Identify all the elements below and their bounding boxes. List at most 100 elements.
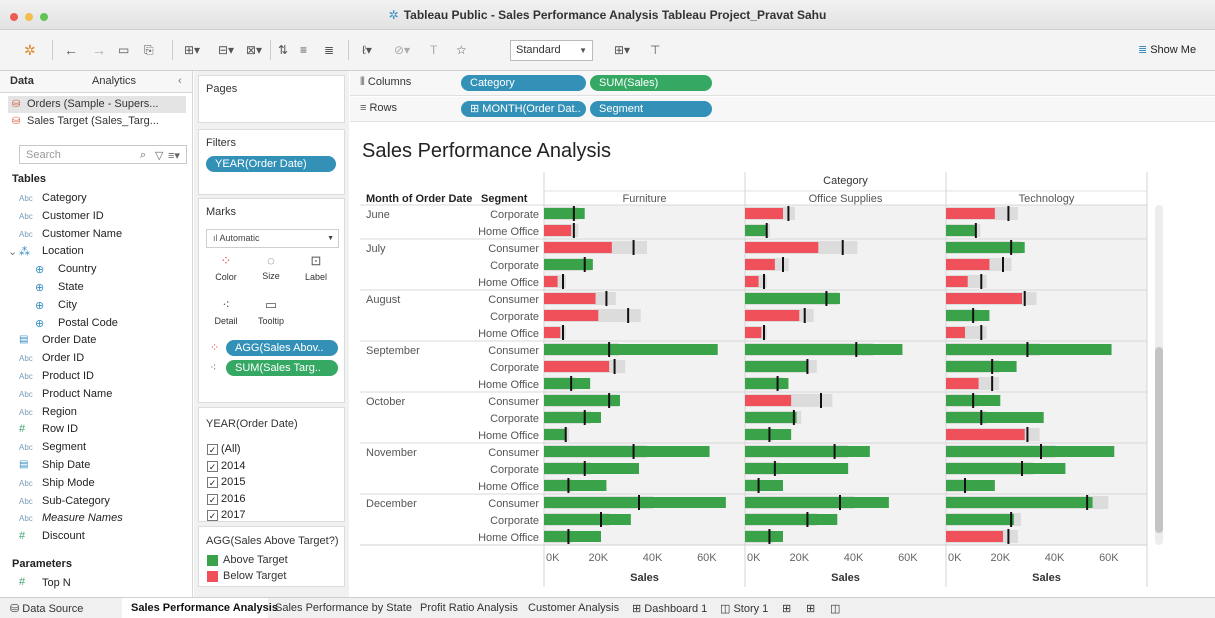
new-worksheet-icon[interactable]: ⊞▾ [184, 41, 200, 59]
field-discount[interactable]: Discount [42, 530, 85, 542]
string-type-icon: Abc [19, 408, 33, 417]
filter-pill-year[interactable]: YEAR(Order Date) [206, 156, 336, 172]
legend-swatch-above[interactable] [207, 555, 218, 566]
sort-desc-icon[interactable]: ≣ [324, 41, 334, 59]
tab-analytics[interactable]: Analytics [92, 75, 136, 87]
add-datasource-icon[interactable]: ⎘ [144, 41, 154, 59]
tab-data[interactable]: Data [10, 75, 34, 87]
label-button[interactable]: ⊡ Label [296, 249, 336, 287]
scrollbar-thumb[interactable] [1155, 347, 1163, 533]
size-button[interactable]: ◌ Size [251, 249, 291, 287]
pin-icon[interactable]: ☆ [456, 41, 467, 59]
detail-button[interactable]: ⁖ Detail [206, 293, 246, 331]
sales-bar [946, 276, 968, 287]
tableau-start-icon[interactable]: ✲ [24, 41, 36, 59]
string-type-icon: Abc [19, 514, 33, 523]
field-country[interactable]: Country [58, 263, 97, 275]
filters-card[interactable]: Filters YEAR(Order Date) [198, 129, 345, 195]
field-customer-id[interactable]: Customer ID [42, 210, 104, 222]
fit-select[interactable]: Standard ▼ [510, 40, 593, 61]
swap-icon[interactable]: ⇅ [278, 41, 288, 59]
presentation-icon[interactable]: ⊤ [650, 41, 660, 59]
field-sub-category[interactable]: Sub-Category [42, 495, 110, 507]
legend-swatch-below[interactable] [207, 571, 218, 582]
group-icon[interactable]: ⊘▾ [394, 41, 410, 59]
field-order-id[interactable]: Order ID [42, 352, 84, 364]
segment-label: Home Office [478, 277, 539, 289]
marks-pill-sales-target[interactable]: SUM(Sales Targ.. [226, 360, 338, 376]
collapse-folder-icon[interactable]: ⌄ [8, 245, 17, 258]
rows-pill-month[interactable]: ⊞ MONTH(Order Dat.. [461, 101, 586, 117]
color-button[interactable]: ⁘ Color [206, 249, 246, 287]
sheet-tab-by-state[interactable]: Sales Performance by State [275, 602, 412, 614]
field-product-name[interactable]: Product Name [42, 388, 112, 400]
rows-shelf[interactable]: ≡ Rows ⊞ MONTH(Order Dat.. Segment [350, 97, 1215, 122]
datasource-orders[interactable]: Orders (Sample - Supers... [27, 98, 158, 110]
year-option-checkbox[interactable]: ✓ 2014 [207, 460, 245, 472]
sheet-tab-profit-ratio[interactable]: Profit Ratio Analysis [420, 602, 518, 614]
save-icon[interactable]: ▭ [118, 41, 129, 59]
marks-pill-sales-above[interactable]: AGG(Sales Abov.. [226, 340, 338, 356]
show-me-button[interactable]: ≣ Show Me [1138, 43, 1196, 56]
dashboard-tab[interactable]: ⊞ Dashboard 1 [632, 602, 707, 615]
new-story-icon[interactable]: ◫ [830, 602, 840, 615]
field-order-date[interactable]: Order Date [42, 334, 96, 346]
checkbox-icon: ✓ [207, 460, 218, 472]
back-icon[interactable]: ← [64, 41, 78, 59]
show-cards-icon[interactable]: ⊞▾ [614, 41, 630, 59]
duplicate-sheet-icon[interactable]: ⊟▾ [218, 41, 234, 59]
field-ship-mode[interactable]: Ship Mode [42, 477, 95, 489]
columns-pill-category[interactable]: Category [461, 75, 586, 91]
filter-icon[interactable]: ▽ [155, 149, 163, 162]
year-option-checkbox[interactable]: ✓ (All) [207, 443, 241, 455]
parameter-top-n[interactable]: Top N [42, 577, 71, 589]
sales-bar [745, 344, 903, 355]
field-region[interactable]: Region [42, 406, 77, 418]
new-dashboard-icon[interactable]: ⊞ [806, 602, 815, 615]
viz-area: Sales Performance Analysis Category Furni… [350, 122, 1215, 597]
field-row-id[interactable]: Row ID [42, 423, 78, 435]
field-city[interactable]: City [58, 299, 77, 311]
string-type-icon: Abc [19, 479, 33, 488]
field-ship-date[interactable]: Ship Date [42, 459, 90, 471]
field-customer-name[interactable]: Customer Name [42, 228, 122, 240]
category-label: Furniture [622, 193, 666, 205]
parameters-header: Parameters [12, 558, 72, 570]
sales-bar [544, 463, 639, 474]
new-worksheet-icon[interactable]: ⊞ [782, 602, 791, 615]
year-option-checkbox[interactable]: ✓ 2017 [207, 509, 245, 521]
columns-pill-sum-sales[interactable]: SUM(Sales) [590, 75, 712, 91]
rows-pill-segment[interactable]: Segment [590, 101, 712, 117]
year-option-checkbox[interactable]: ✓ 2015 [207, 476, 245, 488]
field-segment[interactable]: Segment [42, 441, 86, 453]
month-label: December [366, 498, 417, 510]
sort-asc-icon[interactable]: ≡ [300, 41, 307, 59]
sheet-tab-customer[interactable]: Customer Analysis [528, 602, 619, 614]
highlight-icon[interactable]: ℓ▾ [362, 41, 372, 59]
mark-type-select[interactable]: ıl Automatic ▼ [206, 229, 339, 248]
month-label: September [366, 345, 420, 357]
tooltip-button[interactable]: ▭ Tooltip [251, 293, 291, 331]
segment-label: Consumer [488, 498, 539, 510]
field-category[interactable]: Category [42, 192, 87, 204]
data-source-tab[interactable]: ⛁ Data Source [10, 602, 83, 615]
collapse-pane-icon[interactable]: ‹ [178, 75, 182, 87]
field-state[interactable]: State [58, 281, 84, 293]
clear-sheet-icon[interactable]: ⊠▾ [246, 41, 262, 59]
field-measure-names[interactable]: Measure Names [42, 512, 123, 524]
story-tab[interactable]: ◫ Story 1 [720, 602, 768, 615]
label-icon[interactable]: T [430, 41, 437, 59]
segment-label: Home Office [478, 379, 539, 391]
columns-shelf[interactable]: ⦀ Columns Category SUM(Sales) [350, 71, 1215, 96]
search-input[interactable]: Search ⌕ ▽ ≡▾ [19, 145, 187, 164]
year-option-checkbox[interactable]: ✓ 2016 [207, 493, 245, 505]
expand-icon: ⊞ [470, 103, 483, 115]
pages-card[interactable]: Pages [198, 75, 345, 123]
view-toggle-icon[interactable]: ≡▾ [168, 149, 180, 162]
field-postal-code[interactable]: Postal Code [58, 317, 118, 329]
datasource-sales-target[interactable]: Sales Target (Sales_Targ... [27, 115, 159, 127]
field-product-id[interactable]: Product ID [42, 370, 94, 382]
forward-icon[interactable]: → [92, 41, 106, 59]
sheet-tab-sales-performance[interactable]: Sales Performance Analysis [131, 602, 278, 614]
field-location[interactable]: Location [42, 245, 84, 257]
